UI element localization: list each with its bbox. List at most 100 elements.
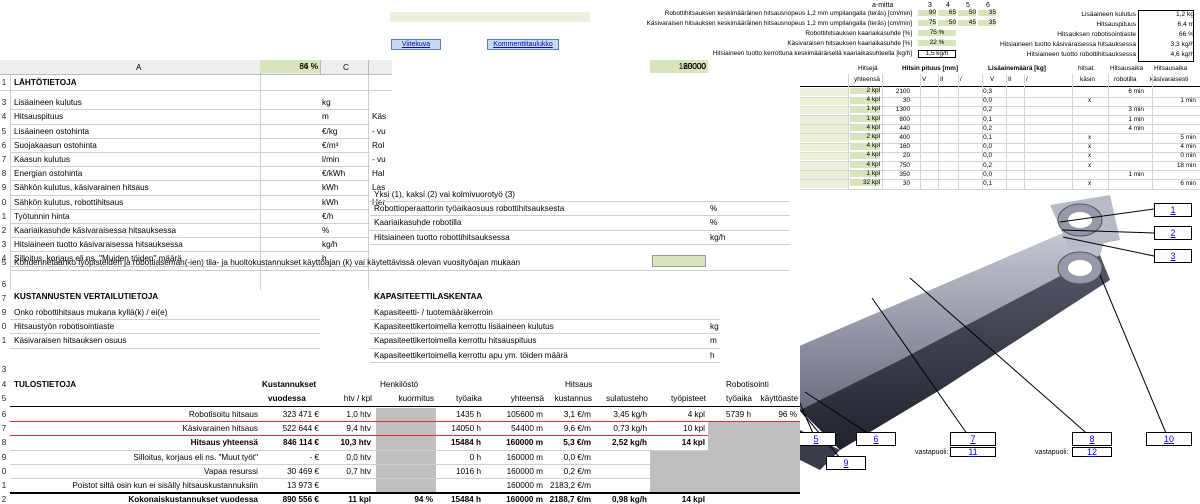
top-param-cell[interactable]: 75 % xyxy=(918,29,956,37)
weld-yhteensa: 4 kpl xyxy=(850,96,880,104)
weld-yhteensa: 4 kpl xyxy=(850,124,880,132)
input-label: Hitsauspituus xyxy=(14,112,64,122)
weld-manual-time: 4 min xyxy=(1180,143,1196,151)
top-param-cell[interactable]: 1,5 kg/h xyxy=(918,50,956,59)
weld-col-line xyxy=(1152,74,1153,190)
results-shaded-cell xyxy=(376,436,436,451)
callout-8[interactable]: 8 xyxy=(1072,432,1112,446)
results-value: 9,6 €/m xyxy=(563,424,591,434)
weld-hdr-ha1b: robotilla xyxy=(1114,76,1137,83)
callout-6[interactable]: 6 xyxy=(856,432,896,446)
results-value: 105600 m xyxy=(506,410,543,419)
mid-param-label: Hitsiaineen tuotto robottihitsauksessa xyxy=(374,232,510,242)
results-value: 323 471 € xyxy=(282,410,319,419)
weld-yhteensa: 2 kpl xyxy=(850,87,880,95)
results-value: 1435 h xyxy=(455,410,481,419)
results-subheader: sulatusteho xyxy=(606,394,648,403)
input-unit: m xyxy=(322,112,329,122)
weld-yhteensa: 1 kpl xyxy=(850,170,880,178)
top-param-cell[interactable]: 50 xyxy=(958,9,976,17)
summary-label: Hitsiaineen tuotto robottihitsauksessa xyxy=(1026,51,1136,58)
top-param-cell[interactable]: 45 xyxy=(958,19,976,27)
row-number: 1 xyxy=(1,481,7,490)
top-param-label: Hitsiaineen tuotto kerrottuna keskimäärä… xyxy=(712,50,912,57)
comparison-label: Käsivaraisen hitsauksen osuus xyxy=(14,336,127,346)
results-value: 14 kpl xyxy=(681,438,705,448)
input-unit: €/kWh xyxy=(322,169,346,179)
top-blank-cell[interactable] xyxy=(390,12,590,22)
weld-col-line xyxy=(1024,74,1025,190)
results-value: 0,0 €/m xyxy=(563,452,591,462)
weld-length: 20 xyxy=(902,152,910,160)
weld-kasin-flag: x xyxy=(1088,97,1092,105)
weld-kasin-flag: x xyxy=(1088,152,1092,160)
results-value: 890 556 € xyxy=(282,495,319,504)
input-label: Sähkön kulutus, robottihitsaus xyxy=(14,197,124,207)
input-unit: kWh xyxy=(322,183,339,193)
results-shaded-cell xyxy=(376,450,436,465)
kommenttitaulukko-button[interactable]: Kommenttitaulukko xyxy=(487,39,559,50)
top-param-cell[interactable]: 22 % xyxy=(918,39,956,47)
row-number: 0 xyxy=(1,197,7,207)
callout-1[interactable]: 1 xyxy=(1154,203,1192,217)
weld-robot-time: 4 min xyxy=(1128,124,1144,132)
results-value: 2188,7 €/m xyxy=(549,495,591,504)
top-param-label: Robottihitsauksen keskimääräinen hitsaus… xyxy=(664,10,912,17)
top-param-cell[interactable]: 90 xyxy=(918,9,936,17)
results-value: 160000 m xyxy=(506,481,543,490)
results-value: 13 973 € xyxy=(287,481,319,490)
column-c-partial-text: - vu xyxy=(372,155,386,164)
weld-length: 800 xyxy=(899,115,910,123)
row-line xyxy=(370,229,790,231)
viitekuva-button[interactable]: Viitekuva xyxy=(391,39,441,50)
results-total-line xyxy=(10,492,800,495)
results-value: 1016 h xyxy=(455,466,481,476)
results-row-label: Silloitus, korjaus eli ns. "Muut työt" xyxy=(133,452,258,462)
row-line xyxy=(10,109,370,111)
column-a-header[interactable]: A xyxy=(136,63,141,72)
weld-length: 30 xyxy=(902,180,910,187)
row-number: 9 xyxy=(1,308,7,317)
weld-col-line xyxy=(958,74,959,190)
column-c-partial-text: - vu xyxy=(372,126,386,136)
row-number: 2 xyxy=(1,226,7,235)
top-param-cell[interactable]: 65 xyxy=(938,9,956,17)
row-line xyxy=(10,333,320,335)
top-param-cell[interactable]: 75 xyxy=(918,19,936,27)
weld-col-line xyxy=(848,74,849,190)
row-number: 0 xyxy=(1,322,7,332)
weld-length: 1300 xyxy=(895,106,910,114)
summary-label: Hitsiaineen tuotto käsivaraisessa hitsau… xyxy=(1000,41,1136,48)
top-param-cell[interactable]: 50 xyxy=(938,19,956,27)
capacity-label: Kapasiteetti- / tuotemääräkerroin xyxy=(374,308,493,317)
results-value: 94 % xyxy=(414,495,433,504)
results-subheader: työpisteet xyxy=(670,394,706,403)
row-number: 8 xyxy=(1,438,7,448)
amitta-5: 5 xyxy=(966,2,970,9)
callout-11[interactable]: 11 xyxy=(950,447,996,457)
results-value: 160000 m xyxy=(506,495,543,504)
weld-lisa: 0,1 xyxy=(983,180,992,187)
column-c-header[interactable]: C xyxy=(343,63,349,72)
row-number: 4 xyxy=(1,112,7,122)
callout-12[interactable]: 12 xyxy=(1072,447,1112,457)
callout-5[interactable]: 5 xyxy=(796,432,836,446)
capacity-label: Kapasiteettikertoimella kerrottu hitsaus… xyxy=(374,336,537,346)
input-unit: kg xyxy=(322,98,331,108)
results-value: 522 644 € xyxy=(282,424,319,434)
results-value: 846 114 € xyxy=(283,438,319,448)
allocation-answer-cell[interactable] xyxy=(652,255,706,267)
callout-2[interactable]: 2 xyxy=(1154,226,1192,240)
callout-10[interactable]: 10 xyxy=(1146,432,1192,446)
amitta-label: a-mitta xyxy=(872,2,894,9)
weld-hdr-lisa: Lisäainemäärä [kg] xyxy=(988,65,1046,72)
results-shaded-cell xyxy=(376,408,436,423)
weld-manual-time: 0 min xyxy=(1180,152,1196,160)
callout-3[interactable]: 3 xyxy=(1154,249,1192,263)
callout-7[interactable]: 7 xyxy=(950,432,996,446)
callout-9[interactable]: 9 xyxy=(826,456,866,470)
weld-hdr-ha2b: käsivaraisesti xyxy=(1150,76,1189,83)
results-header-henkilosto: Henkilöstö xyxy=(380,380,419,389)
results-subheader: kustannus xyxy=(554,394,592,403)
weld-hdr-kasin: käsin xyxy=(1080,76,1095,83)
